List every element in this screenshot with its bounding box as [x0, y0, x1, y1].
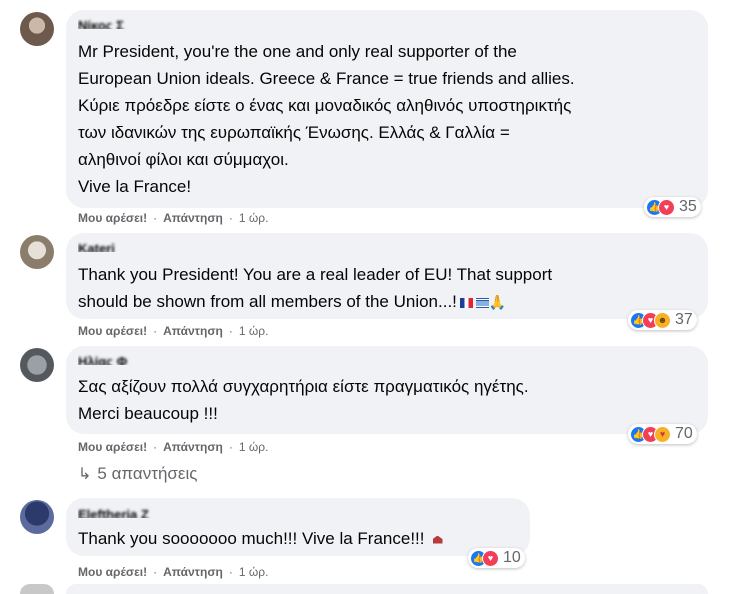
- like-button[interactable]: Μου αρέσει!: [78, 565, 147, 579]
- reaction-count: 37: [675, 311, 693, 328]
- reply-button[interactable]: Απάντηση: [163, 565, 223, 579]
- reply-button[interactable]: Απάντηση: [163, 211, 223, 225]
- commenter-avatar[interactable]: [20, 584, 54, 594]
- house-icon: [432, 535, 443, 544]
- reaction-summary[interactable]: 👍 ♥ 35: [644, 197, 701, 217]
- reaction-summary[interactable]: 👍 ♥ ☻ 37: [628, 310, 697, 330]
- commenter-avatar[interactable]: [20, 348, 54, 382]
- comment-timestamp[interactable]: 1 ώρ.: [239, 440, 269, 454]
- love-reaction-icon: ♥: [482, 549, 499, 567]
- commenter-avatar[interactable]: [20, 12, 54, 46]
- like-button[interactable]: Μου αρέσει!: [78, 324, 147, 338]
- comment-actions: Μου αρέσει! · Απάντηση · 1 ώρ.: [78, 440, 268, 454]
- separator-dot: ·: [228, 211, 233, 225]
- comment-author[interactable]: Νίκος Σ: [78, 17, 218, 29]
- like-button[interactable]: Μου αρέσει!: [78, 211, 147, 225]
- separator-dot: ·: [228, 565, 233, 579]
- reaction-count: 35: [679, 198, 697, 215]
- comment-text: Thank you sooooooo much!!! Vive la Franc…: [78, 525, 528, 552]
- comment-actions: Μου αρέσει! · Απάντηση · 1 ώρ.: [78, 211, 268, 225]
- separator-dot: ·: [228, 324, 233, 338]
- comment-actions: Μου αρέσει! · Απάντηση · 1 ώρ.: [78, 324, 268, 338]
- comment-text-content: Thank you sooooooo much!!! Vive la Franc…: [78, 529, 425, 548]
- reaction-count: 10: [503, 549, 521, 566]
- reaction-summary[interactable]: 👍 ♥ ♥ 70: [628, 424, 697, 444]
- haha-reaction-icon: ☻: [654, 311, 671, 329]
- separator-dot: ·: [228, 440, 233, 454]
- reply-arrow-icon: ↳: [78, 466, 92, 483]
- separator-dot: ·: [153, 324, 158, 338]
- comment-bubble: [66, 584, 708, 594]
- author-name[interactable]: Kateri: [78, 241, 115, 252]
- replies-count-label[interactable]: 5 απαντήσεις: [97, 464, 197, 484]
- reaction-count: 70: [675, 425, 693, 442]
- reaction-summary[interactable]: 👍 ♥ 10: [468, 548, 525, 568]
- comment-text: Σας αξίζουν πολλά συγχαρητήρια είστε πρα…: [78, 377, 529, 423]
- care-reaction-icon: ♥: [654, 425, 671, 443]
- comment-text: Mr President, you're the one and only re…: [78, 42, 575, 196]
- author-name[interactable]: Eleftheria Z: [78, 507, 149, 518]
- separator-dot: ·: [153, 440, 158, 454]
- comment-timestamp[interactable]: 1 ώρ.: [239, 324, 269, 338]
- separator-dot: ·: [153, 565, 158, 579]
- separator-dot: ·: [153, 211, 158, 225]
- like-button[interactable]: Μου αρέσει!: [78, 440, 147, 454]
- author-name[interactable]: Ηλίας Φ: [78, 354, 127, 365]
- reply-button[interactable]: Απάντηση: [163, 440, 223, 454]
- pray-icon: 🙏: [488, 294, 507, 311]
- greece-flag-icon: [475, 297, 489, 308]
- comment-author[interactable]: Ηλίας Φ: [78, 353, 238, 365]
- reply-button[interactable]: Απάντηση: [163, 324, 223, 338]
- love-reaction-icon: ♥: [658, 198, 675, 216]
- comment-timestamp[interactable]: 1 ώρ.: [239, 211, 269, 225]
- commenter-avatar[interactable]: [20, 500, 54, 534]
- comment-actions: Μου αρέσει! · Απάντηση · 1 ώρ.: [78, 565, 268, 579]
- france-flag-icon: [459, 297, 473, 308]
- author-name[interactable]: Νίκος Σ: [78, 18, 124, 29]
- comment-author[interactable]: Kateri: [78, 240, 228, 252]
- view-replies-link[interactable]: ↳ 5 απαντήσεις: [78, 464, 197, 484]
- comment-timestamp[interactable]: 1 ώρ.: [239, 565, 269, 579]
- comment-author[interactable]: Eleftheria Z: [78, 506, 228, 518]
- comment-text: Thank you President! You are a real lead…: [78, 261, 703, 316]
- commenter-avatar[interactable]: [20, 235, 54, 269]
